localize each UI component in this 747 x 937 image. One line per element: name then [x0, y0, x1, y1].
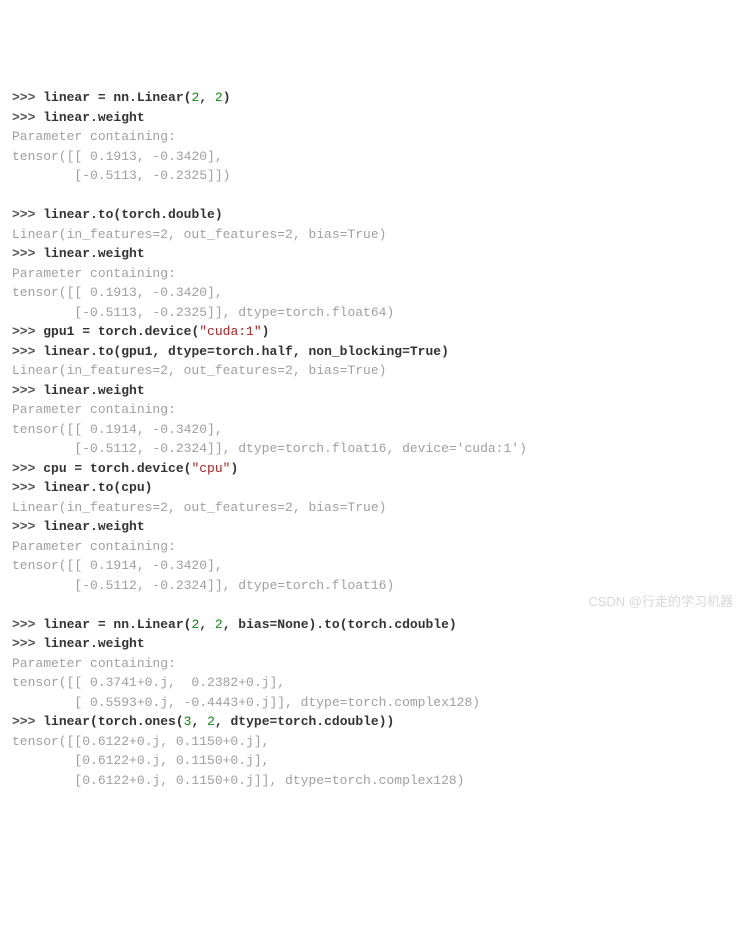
code-input-line: >>> linear.to(torch.double) [12, 205, 735, 225]
code-token: linear = nn.Linear( [43, 90, 191, 105]
code-input-line: >>> linear.weight [12, 244, 735, 264]
code-token: linear.weight [43, 246, 144, 261]
repl-prompt: >>> [12, 636, 43, 651]
code-token: , [191, 714, 207, 729]
code-output-line: Parameter containing: [12, 127, 735, 147]
repl-prompt: >>> [12, 480, 43, 495]
code-token: gpu1 = torch.device( [43, 324, 199, 339]
code-output-line: tensor([[ 0.1914, -0.3420], [12, 556, 735, 576]
code-input-line: >>> linear.weight [12, 634, 735, 654]
code-token: cpu = torch.device( [43, 461, 191, 476]
code-token: linear.to(torch.double) [43, 207, 222, 222]
repl-prompt: >>> [12, 461, 43, 476]
number-literal: 2 [215, 617, 223, 632]
code-input-line: >>> linear.weight [12, 517, 735, 537]
number-literal: 3 [184, 714, 192, 729]
repl-prompt: >>> [12, 383, 43, 398]
repl-prompt: >>> [12, 90, 43, 105]
code-input-line: >>> cpu = torch.device("cpu") [12, 459, 735, 479]
code-block: >>> linear = nn.Linear( 2, 2) >>> linear.w… [12, 88, 735, 790]
repl-prompt: >>> [12, 617, 43, 632]
watermark: CSDN @行走的学习机器 [588, 592, 733, 612]
number-literal: 2 [207, 714, 215, 729]
code-token: linear.to(gpu1, dtype=torch.half, non_bl… [43, 344, 449, 359]
code-token: linear.to(cpu) [43, 480, 152, 495]
code-output-line: [-0.5112, -0.2324]], dtype=torch.float16… [12, 439, 735, 459]
code-token: linear(torch.ones( [43, 714, 183, 729]
code-output-line: [-0.5113, -0.2325]], dtype=torch.float64… [12, 303, 735, 323]
code-output-line: tensor([[0.6122+0.j, 0.1150+0.j], [12, 732, 735, 752]
code-token: linear.weight [43, 519, 144, 534]
blank-line [12, 186, 735, 206]
string-literal: "cpu" [191, 461, 230, 476]
code-token: , [199, 90, 215, 105]
repl-prompt: >>> [12, 519, 43, 534]
code-input-line: >>> linear.to(cpu) [12, 478, 735, 498]
code-token: linear = nn.Linear( [43, 617, 191, 632]
code-input-line: >>> linear.to(gpu1, dtype=torch.half, no… [12, 342, 735, 362]
repl-prompt: >>> [12, 246, 43, 261]
code-output-line: Parameter containing: [12, 400, 735, 420]
code-input-line: >>> linear = nn.Linear(2, 2) [12, 88, 735, 108]
code-output-line: tensor([[ 0.3741+0.j, 0.2382+0.j], [12, 673, 735, 693]
code-output-line: Linear(in_features=2, out_features=2, bi… [12, 225, 735, 245]
code-output-line: Linear(in_features=2, out_features=2, bi… [12, 361, 735, 381]
code-output-line: Parameter containing: [12, 654, 735, 674]
number-literal: 2 [215, 90, 223, 105]
code-output-line: Linear(in_features=2, out_features=2, bi… [12, 498, 735, 518]
code-output-line: tensor([[ 0.1914, -0.3420], [12, 420, 735, 440]
code-output-line: tensor([[ 0.1913, -0.3420], [12, 147, 735, 167]
code-input-line: >>> linear.weight [12, 108, 735, 128]
code-token: , [199, 617, 215, 632]
code-input-line: >>> gpu1 = torch.device("cuda:1") [12, 322, 735, 342]
code-input-line: >>> linear = nn.Linear(2, 2, bias=None).… [12, 615, 735, 635]
code-token: linear.weight [43, 636, 144, 651]
repl-prompt: >>> [12, 344, 43, 359]
code-token: ) [262, 324, 270, 339]
code-output-line: [0.6122+0.j, 0.1150+0.j], [12, 751, 735, 771]
code-token: , dtype=torch.cdouble)) [215, 714, 394, 729]
code-output-line: Parameter containing: [12, 537, 735, 557]
code-token: ) [223, 90, 231, 105]
repl-prompt: >>> [12, 110, 43, 125]
code-output-line: tensor([[ 0.1913, -0.3420], [12, 283, 735, 303]
code-token: linear.weight [43, 383, 144, 398]
code-token: , bias=None).to(torch.cdouble) [223, 617, 457, 632]
code-token: ) [230, 461, 238, 476]
code-output-line: [0.6122+0.j, 0.1150+0.j]], dtype=torch.c… [12, 771, 735, 791]
code-input-line: >>> linear(torch.ones(3, 2, dtype=torch.… [12, 712, 735, 732]
string-literal: "cuda:1" [199, 324, 261, 339]
code-output-line: Parameter containing: [12, 264, 735, 284]
code-output-line: [ 0.5593+0.j, -0.4443+0.j]], dtype=torch… [12, 693, 735, 713]
code-input-line: >>> linear.weight [12, 381, 735, 401]
repl-prompt: >>> [12, 207, 43, 222]
repl-prompt: >>> [12, 714, 43, 729]
code-output-line: [-0.5113, -0.2325]]) [12, 166, 735, 186]
repl-prompt: >>> [12, 324, 43, 339]
code-token: linear.weight [43, 110, 144, 125]
